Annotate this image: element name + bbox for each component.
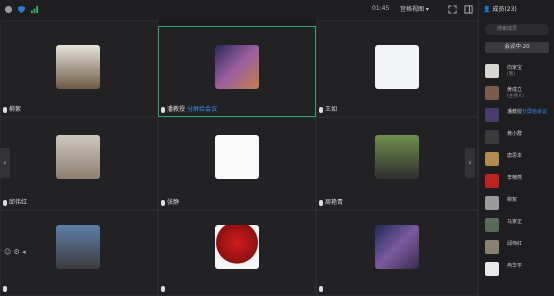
avatar — [485, 262, 499, 276]
toolbar: 01:45 宫格视图 ▾ — [0, 0, 478, 20]
video-tile[interactable] — [158, 210, 316, 296]
member-name: 马家正 — [507, 219, 523, 225]
emoji-icon[interactable]: ☺ — [4, 248, 11, 256]
member-item[interactable]: 潘教授分屏给会议 — [485, 106, 553, 124]
prev-page-arrow[interactable]: ‹ — [0, 148, 10, 178]
participant-name: 张静 — [161, 197, 179, 206]
avatar — [56, 225, 100, 269]
member-panel: 👤 成员(23) 搜索成员 会议中·20 向家宝 (我) 黄成立 (主持人) 潘… — [478, 0, 554, 296]
participant-name: 周艳青 — [319, 197, 343, 206]
fullscreen-icon[interactable] — [448, 5, 457, 14]
avatar — [375, 45, 419, 89]
avatar — [56, 135, 100, 179]
avatar — [485, 64, 499, 78]
video-tile[interactable]: 邱伟红 — [0, 117, 158, 210]
member-item[interactable]: 黄成立 (主持人) — [485, 84, 553, 102]
next-page-arrow[interactable]: › — [465, 148, 475, 178]
member-item[interactable]: 邱伟红 — [485, 238, 553, 256]
avatar — [375, 225, 419, 269]
microphone-icon — [319, 106, 323, 113]
info-icon[interactable] — [4, 5, 13, 14]
video-tile[interactable]: 王如 — [316, 20, 478, 117]
member-item[interactable]: 柳絮 — [485, 194, 553, 212]
settings-icon[interactable]: ⚙ — [14, 248, 20, 256]
microphone-icon — [161, 106, 165, 113]
avatar — [215, 45, 259, 89]
participant-name — [3, 285, 9, 292]
microphone-icon — [3, 285, 7, 292]
member-name: 黄成立 — [507, 87, 523, 93]
member-name: 唐思本 — [507, 153, 523, 159]
avatar — [56, 45, 100, 89]
member-item[interactable]: 向家宝 (我) — [485, 62, 553, 80]
member-item[interactable]: 黄小群 — [485, 128, 553, 146]
member-name: 邱伟红 — [507, 241, 523, 247]
video-tile[interactable]: 柳絮 — [0, 20, 158, 117]
member-name: 潘教授分屏给会议 — [507, 109, 548, 115]
microphone-icon — [3, 199, 7, 206]
shield-icon[interactable] — [17, 5, 26, 14]
member-name: 冉华平 — [507, 263, 523, 269]
collapse-icon[interactable]: ◂ — [22, 248, 26, 256]
member-name: 柳絮 — [507, 197, 518, 203]
avatar — [485, 240, 499, 254]
participant-name: 邱伟红 — [3, 197, 27, 206]
avatar — [485, 86, 499, 100]
video-tile[interactable] — [316, 210, 478, 296]
bottom-controls: ☺ ⚙ ◂ — [4, 248, 26, 256]
avatar — [485, 130, 499, 144]
avatar — [485, 108, 499, 122]
member-name: 向家宝 — [507, 65, 523, 71]
avatar — [215, 225, 259, 269]
member-role: (主持人) — [507, 94, 525, 99]
microphone-icon — [161, 199, 165, 206]
member-item[interactable]: 马家正 — [485, 216, 553, 234]
microphone-icon — [319, 199, 323, 206]
microphone-icon — [319, 285, 323, 292]
video-tile[interactable]: 张静 — [158, 117, 316, 210]
meeting-timer: 01:45 — [372, 5, 390, 12]
member-name: 李楠燕 — [507, 175, 523, 181]
participant-name — [319, 285, 325, 292]
avatar — [485, 152, 499, 166]
avatar — [485, 218, 499, 232]
signal-icon[interactable] — [30, 5, 39, 14]
member-role: (我) — [507, 72, 516, 77]
user-icon: 👤 — [483, 6, 491, 13]
member-name: 黄小群 — [507, 131, 523, 137]
participant-name: 王如 — [319, 104, 337, 113]
member-item[interactable]: 唐思本 — [485, 150, 553, 168]
sidebar-toggle-icon[interactable] — [464, 5, 473, 14]
grid-view-button[interactable]: 宫格视图 ▾ — [400, 4, 429, 13]
avatar — [215, 135, 259, 179]
avatar — [375, 135, 419, 179]
participant-name: 柳絮 — [3, 104, 21, 113]
participant-name: 潘教授 分屏给会议 — [161, 104, 217, 113]
video-grid: 柳絮 潘教授 分屏给会议 王如 邱伟红 张静 周艳青 — [0, 20, 478, 296]
participant-name — [161, 285, 167, 292]
member-panel-title: 👤 成员(23) — [483, 6, 517, 13]
avatar — [485, 174, 499, 188]
microphone-icon — [3, 106, 7, 113]
member-search-input[interactable]: 搜索成员 — [485, 24, 549, 35]
video-tile[interactable]: 周艳青 — [316, 117, 478, 210]
member-item[interactable]: 冉华平 — [485, 260, 553, 278]
video-tile-active-speaker[interactable]: 潘教授 分屏给会议 — [158, 26, 316, 117]
tab-in-meeting[interactable]: 会议中·20 — [485, 42, 549, 53]
avatar — [485, 196, 499, 210]
microphone-icon — [161, 285, 165, 292]
member-item[interactable]: 李楠燕 — [485, 172, 553, 190]
